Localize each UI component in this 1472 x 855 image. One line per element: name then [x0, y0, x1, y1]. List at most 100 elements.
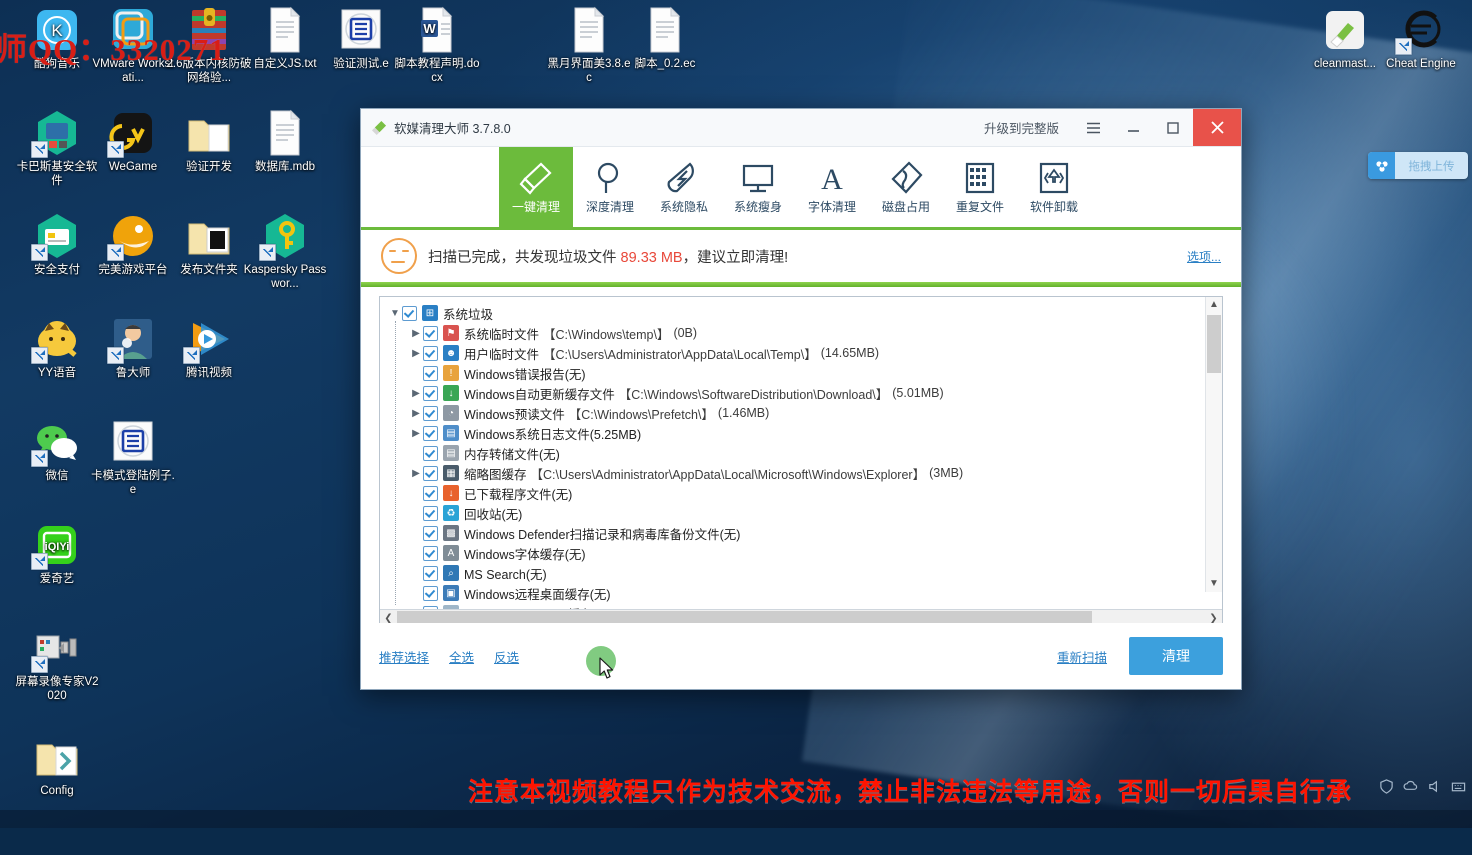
- desktop-icon[interactable]: 自定义JS.txt: [242, 6, 328, 72]
- tree-checkbox[interactable]: [402, 305, 417, 321]
- tree-item[interactable]: ▶⌕MS Search(无): [388, 563, 1222, 583]
- toolbar-tab-0[interactable]: 一键清理: [499, 147, 573, 227]
- desktop-icon[interactable]: 屏幕录像专家V2020: [14, 624, 100, 703]
- tree-item[interactable]: ▶ ▤ Windows系统日志文件(5.25MB): [388, 423, 1222, 443]
- tree-item[interactable]: ▶ ☻ 用户临时文件 【C:\Users\Administrator\AppData\…: [388, 343, 1222, 363]
- tree-item[interactable]: ▶!Windows错误报告(无): [388, 363, 1222, 383]
- tree-vertical-scrollbar[interactable]: ▲ ▼: [1205, 297, 1222, 592]
- tree-checkbox[interactable]: [423, 545, 438, 561]
- recommend-select-link[interactable]: 推荐选择: [379, 647, 429, 666]
- tree-checkbox[interactable]: [423, 505, 438, 521]
- letter-a-icon: A: [815, 159, 849, 195]
- shortcut-overlay-icon: [31, 244, 48, 261]
- vertical-scroll-thumb[interactable]: [1207, 315, 1221, 373]
- tree-checkbox[interactable]: [423, 325, 438, 341]
- desktop-icon-label: 验证开发: [186, 161, 232, 173]
- desktop-icon[interactable]: iQIYi 爱奇艺: [14, 521, 100, 587]
- desktop-icon[interactable]: 卡模式登陆例子.e: [90, 418, 176, 497]
- tree-item[interactable]: ▶▣Windows远程桌面缓存(无): [388, 583, 1222, 603]
- desktop-icon[interactable]: 卡巴斯基安全软件: [14, 109, 100, 188]
- tree-item[interactable]: ▶AWindows字体缓存(无): [388, 543, 1222, 563]
- desktop-icon[interactable]: 发布文件夹: [166, 212, 252, 278]
- close-icon[interactable]: [1193, 109, 1241, 146]
- toolbar-tab-2[interactable]: 系统隐私: [647, 147, 721, 227]
- tree-checkbox[interactable]: [423, 525, 438, 541]
- desktop-icon[interactable]: 完美游戏平台: [90, 212, 176, 278]
- tree-checkbox[interactable]: [423, 565, 438, 581]
- tree-item[interactable]: ▶♻回收站(无): [388, 503, 1222, 523]
- maximize-icon[interactable]: [1153, 109, 1193, 146]
- magnifier-icon: [593, 159, 627, 195]
- tree-root-node[interactable]: ▼ ⊞ 系统垃圾: [388, 303, 1222, 323]
- tree-checkbox[interactable]: [423, 365, 438, 381]
- hamburger-icon[interactable]: [1073, 109, 1113, 146]
- desktop-icon[interactable]: Cheat Engine: [1378, 6, 1464, 72]
- desktop-icon[interactable]: YY语音: [14, 315, 100, 381]
- desktop-icon[interactable]: 黑月界面美3.8.ec: [546, 6, 632, 85]
- upgrade-link[interactable]: 升级到完整版: [970, 118, 1073, 137]
- tree-checkbox[interactable]: [423, 425, 438, 441]
- tree-item[interactable]: ▶▤内存转储文件(无): [388, 443, 1222, 463]
- tree-checkbox[interactable]: [423, 385, 438, 401]
- tree-item[interactable]: ▶ ▦ 缩略图缓存 【C:\Users\Administrator\AppData\L…: [388, 463, 1222, 483]
- toolbar-tab-7[interactable]: 软件卸载: [1017, 147, 1091, 227]
- tree-checkbox[interactable]: [423, 485, 438, 501]
- expand-twisty[interactable]: ▶: [409, 428, 423, 439]
- toolbar-tab-label: 一键清理: [511, 200, 560, 214]
- desktop-icon[interactable]: 脚本_0.2.ec: [622, 6, 708, 72]
- toolbar-tab-4[interactable]: A 字体清理: [795, 147, 869, 227]
- desktop-icon[interactable]: Config: [14, 733, 100, 799]
- clean-button[interactable]: 清理: [1129, 637, 1223, 675]
- toolbar-tab-3[interactable]: 系统瘦身: [721, 147, 795, 227]
- tree-item[interactable]: ▶ ◔ Windows预读文件 【C:\Windows\Prefetch\】 (1.46…: [388, 403, 1222, 423]
- minimize-icon[interactable]: [1113, 109, 1153, 146]
- expand-twisty[interactable]: ▶: [409, 468, 423, 479]
- toolbar-tab-6[interactable]: 重复文件: [943, 147, 1017, 227]
- scan-status-text: 扫描已完成，共发现垃圾文件 89.33 MB，建议立即清理!: [428, 246, 788, 267]
- expand-twisty[interactable]: ▶: [409, 388, 423, 399]
- toolbar-tab-5[interactable]: 磁盘占用: [869, 147, 943, 227]
- expand-twisty[interactable]: ▶: [409, 348, 423, 359]
- expand-twisty[interactable]: ▼: [388, 308, 402, 319]
- tree-checkbox[interactable]: [423, 405, 438, 421]
- baidu-upload-widget[interactable]: 拖拽上传: [1368, 152, 1468, 179]
- desktop-icon[interactable]: Kaspersky Passwor...: [242, 212, 328, 291]
- invert-select-link[interactable]: 反选: [494, 647, 519, 666]
- tree-checkbox[interactable]: [423, 345, 438, 361]
- expand-twisty[interactable]: ▶: [409, 328, 423, 339]
- eraser-icon: [667, 159, 701, 195]
- desktop-icon[interactable]: 微信: [14, 418, 100, 484]
- tree-checkbox[interactable]: [423, 605, 438, 609]
- desktop-icon[interactable]: 数据库.mdb: [242, 109, 328, 175]
- toolbar-tab-1[interactable]: 深度清理: [573, 147, 647, 227]
- desktop-icon[interactable]: cleanmast...: [1302, 6, 1388, 72]
- taskbar[interactable]: [0, 810, 1472, 828]
- vertical-scroll-track[interactable]: [1206, 313, 1222, 576]
- desktop-icon[interactable]: W 脚本教程声明.docx: [394, 6, 480, 85]
- textfile-icon: [641, 6, 689, 54]
- shortcut-overlay-icon: [107, 141, 124, 158]
- tree-item[interactable]: ▶✉Windows Live Mail缓存(无): [388, 603, 1222, 609]
- select-all-link[interactable]: 全选: [449, 647, 474, 666]
- tree-checkbox[interactable]: [423, 465, 438, 481]
- tree-checkbox[interactable]: [423, 585, 438, 601]
- desktop-icon[interactable]: 验证开发: [166, 109, 252, 175]
- tree-item[interactable]: ▶ ↓ Windows自动更新缓存文件 【C:\Windows\SoftwareDis…: [388, 383, 1222, 403]
- desktop-icon[interactable]: 腾讯视频: [166, 315, 252, 381]
- rescan-link[interactable]: 重新扫描: [1057, 647, 1107, 666]
- desktop-icon[interactable]: 验证测试.e: [318, 6, 404, 72]
- scroll-down-arrow[interactable]: ▼: [1206, 576, 1222, 592]
- scroll-up-arrow[interactable]: ▲: [1206, 297, 1222, 313]
- desktop-icon[interactable]: 鲁大师: [90, 315, 176, 381]
- tree-item[interactable]: ▶▩Windows Defender扫描记录和病毒库备份文件(无): [388, 523, 1222, 543]
- tree-item[interactable]: ▶↓已下载程序文件(无): [388, 483, 1222, 503]
- desktop-icon-label: Config: [40, 785, 74, 797]
- options-link[interactable]: 选项...: [1187, 248, 1221, 265]
- textfile-icon: [261, 6, 309, 54]
- desktop-icon[interactable]: WeGame: [90, 109, 176, 175]
- tree-item[interactable]: ▶ ⚑ 系统临时文件 【C:\Windows\temp\】 (0B): [388, 323, 1222, 343]
- expand-twisty[interactable]: ▶: [409, 408, 423, 419]
- desktop-icon[interactable]: 安全支付: [14, 212, 100, 278]
- window-title: 软媒清理大师 3.7.8.0: [394, 122, 511, 136]
- tree-checkbox[interactable]: [423, 445, 438, 461]
